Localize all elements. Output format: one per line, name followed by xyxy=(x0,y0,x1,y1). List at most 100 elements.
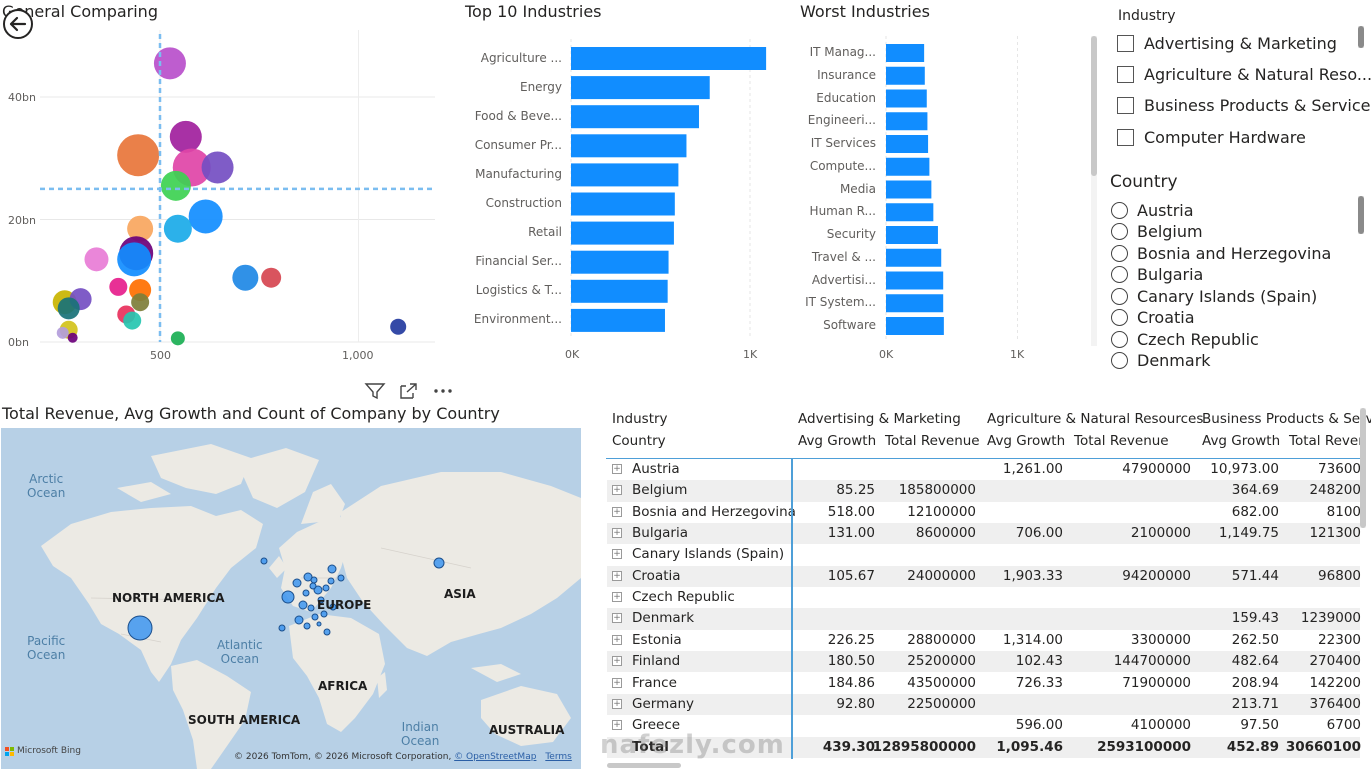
bar[interactable] xyxy=(571,221,674,245)
map-bubble[interactable] xyxy=(310,576,318,584)
scatter-bubble[interactable] xyxy=(163,214,192,243)
slicer-item-austria[interactable]: Austria xyxy=(1111,201,1194,220)
bar[interactable] xyxy=(571,47,767,70)
country-slicer[interactable]: Country Austria Belgium Bosnia and Herze… xyxy=(1100,168,1358,373)
map-bubble[interactable] xyxy=(327,577,335,585)
scatter-bubble[interactable] xyxy=(109,277,128,296)
map-bubble[interactable] xyxy=(311,613,319,621)
slicer-item-advertising[interactable]: Advertising & Marketing xyxy=(1117,34,1337,53)
scatter-bubble[interactable] xyxy=(232,264,259,291)
bar[interactable] xyxy=(886,226,938,244)
worst-bars[interactable] xyxy=(796,0,1086,373)
radio-icon[interactable] xyxy=(1111,266,1128,283)
scatter-bubble[interactable] xyxy=(390,318,407,335)
scatter-bubble[interactable] xyxy=(131,293,150,312)
expand-icon[interactable]: + xyxy=(612,720,622,731)
bar[interactable] xyxy=(886,66,925,85)
openstreetmap-link[interactable]: © OpenStreetMap xyxy=(454,752,536,762)
scrollbar-thumb[interactable] xyxy=(1360,408,1366,528)
scatter-bubble[interactable] xyxy=(160,170,191,201)
top10-bars[interactable] xyxy=(462,0,792,373)
map-bubble[interactable] xyxy=(433,557,445,569)
scatter-bubble[interactable] xyxy=(153,47,186,80)
more-options-icon[interactable] xyxy=(432,381,454,401)
table-row[interactable]: + Bosnia and Herzegovina 518.00 12100000 682… xyxy=(607,502,1361,523)
scatter-bubble[interactable] xyxy=(56,326,69,339)
bar[interactable] xyxy=(571,76,710,100)
radio-icon[interactable] xyxy=(1111,288,1128,305)
scrollbar-thumb[interactable] xyxy=(1358,196,1364,234)
table-row[interactable]: + Croatia 105.67 24000000 1,903.33 94200000 57… xyxy=(607,565,1361,588)
bar[interactable] xyxy=(886,294,944,313)
matrix-horizontal-scrollbar[interactable] xyxy=(607,763,681,768)
matrix-vertical-scrollbar[interactable] xyxy=(1360,408,1366,528)
table-row[interactable]: + Germany 92.80 22500000 213.71 376400 xyxy=(607,693,1361,716)
scatter-bubble[interactable] xyxy=(67,332,78,343)
expand-icon[interactable]: + xyxy=(612,549,622,560)
expand-icon[interactable]: + xyxy=(612,464,622,474)
table-row[interactable]: + Canary Islands (Spain) xyxy=(607,544,1360,565)
bar[interactable] xyxy=(886,112,928,131)
scatter-bubble[interactable] xyxy=(117,242,152,277)
slicer-item-business[interactable]: Business Products & Services xyxy=(1117,96,1371,115)
slicer-item-denmark[interactable]: Denmark xyxy=(1111,351,1211,370)
scatter-bubble[interactable] xyxy=(170,331,185,346)
map-bubble[interactable] xyxy=(294,615,304,625)
radio-icon[interactable] xyxy=(1111,223,1128,240)
checkbox-icon[interactable] xyxy=(1117,129,1134,146)
bar[interactable] xyxy=(886,203,934,222)
scrollbar-thumb[interactable] xyxy=(1091,36,1097,176)
scatter-plot[interactable] xyxy=(0,0,460,373)
expand-icon[interactable]: + xyxy=(612,506,622,517)
map-bubble[interactable] xyxy=(327,564,337,574)
scatter-bubble[interactable] xyxy=(169,120,202,153)
scatter-bubble[interactable] xyxy=(84,247,109,272)
map-bubble[interactable] xyxy=(292,578,302,588)
bar[interactable] xyxy=(571,105,699,129)
expand-icon[interactable]: + xyxy=(612,485,622,496)
map-visual[interactable]: Arctic Ocean Atlantic Ocean Pacific Ocea… xyxy=(1,428,581,769)
table-row[interactable]: + Czech Republic xyxy=(607,587,1360,608)
map-bubble[interactable] xyxy=(260,557,268,565)
radio-icon[interactable] xyxy=(1111,352,1128,369)
radio-icon[interactable] xyxy=(1111,331,1128,348)
scatter-bubble[interactable] xyxy=(201,151,234,184)
map-bubble[interactable] xyxy=(303,622,311,630)
table-row[interactable]: + Belgium 85.25 185800000 364.69 248200 xyxy=(607,480,1361,502)
filter-icon[interactable] xyxy=(364,381,386,401)
scatter-bubble[interactable] xyxy=(188,199,223,234)
scatter-bubble[interactable] xyxy=(261,267,282,288)
table-row[interactable]: + Bulgaria 131.00 8600000 706.00 2100000 1,149… xyxy=(607,523,1361,545)
expand-icon[interactable]: + xyxy=(612,677,622,688)
slicer-item-czech-republic[interactable]: Czech Republic xyxy=(1111,330,1259,349)
expand-icon[interactable]: + xyxy=(612,528,622,539)
industry-slicer[interactable]: Industry Advertising & Marketing Agricul… xyxy=(1100,0,1371,160)
slicer-item-bosnia[interactable]: Bosnia and Herzegovina xyxy=(1111,244,1331,263)
slicer-item-croatia[interactable]: Croatia xyxy=(1111,308,1195,327)
bar[interactable] xyxy=(571,163,679,187)
bar[interactable] xyxy=(571,192,675,216)
scatter-bubble[interactable] xyxy=(117,134,160,177)
map-bubble[interactable] xyxy=(302,589,310,597)
country-slicer-scrollbar[interactable] xyxy=(1358,196,1364,234)
bar[interactable] xyxy=(886,89,927,108)
bar[interactable] xyxy=(886,180,932,199)
checkbox-icon[interactable] xyxy=(1117,66,1134,83)
table-row[interactable]: + Estonia 226.25 28800000 1,314.00 3300000 262… xyxy=(607,630,1361,651)
slicer-item-computer-hardware[interactable]: Computer Hardware xyxy=(1117,128,1306,147)
slicer-item-bulgaria[interactable]: Bulgaria xyxy=(1111,265,1203,284)
bar[interactable] xyxy=(886,135,929,153)
map-bubble[interactable] xyxy=(323,628,331,636)
map-bubble[interactable] xyxy=(298,600,308,610)
expand-icon[interactable]: + xyxy=(612,698,622,709)
vertical-divider-scrollbar[interactable] xyxy=(1091,36,1097,346)
table-row[interactable]: + France 184.86 43500000 726.33 71900000 208.9… xyxy=(607,673,1361,694)
radio-icon[interactable] xyxy=(1111,202,1128,219)
scatter-visual[interactable]: General Comparing 40bn 20bn 0bn 500 1,00… xyxy=(0,0,460,373)
bar[interactable] xyxy=(571,308,665,332)
slicer-item-agriculture[interactable]: Agriculture & Natural Reso... xyxy=(1117,65,1371,84)
table-row[interactable]: + Austria 1,261.00 47900000 10,973.00 73600 xyxy=(607,459,1361,480)
bar[interactable] xyxy=(886,317,944,335)
expand-icon[interactable]: + xyxy=(612,592,622,603)
scatter-bubble[interactable] xyxy=(123,311,142,330)
